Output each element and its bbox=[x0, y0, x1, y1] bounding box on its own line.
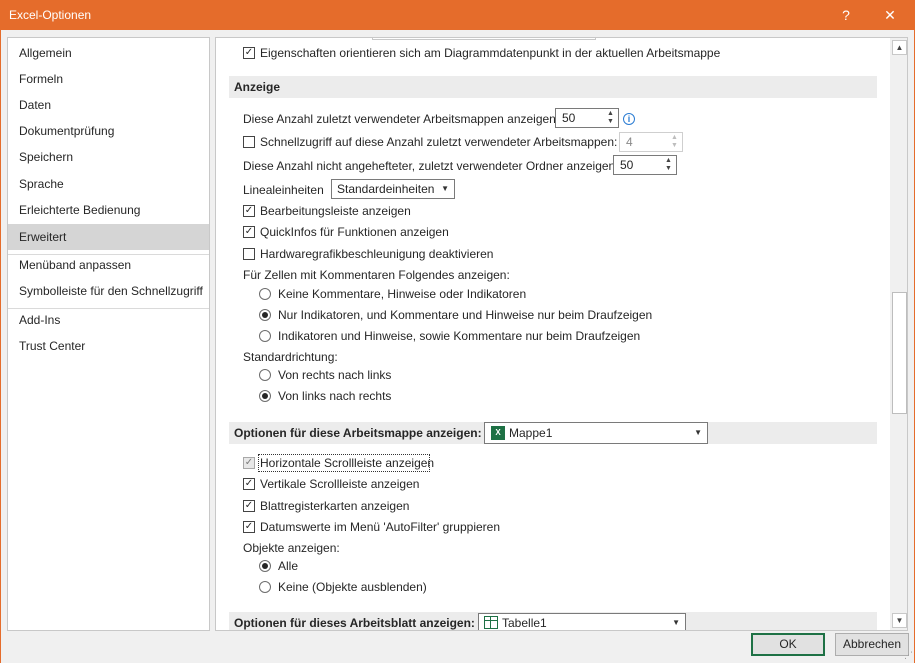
objects-label: Objekte anzeigen: bbox=[243, 541, 340, 555]
sheet-tabs-label: Blattregisterkarten anzeigen bbox=[260, 499, 410, 513]
recent-workbooks-label: Diese Anzahl zuletzt verwendeter Arbeits… bbox=[243, 112, 560, 126]
unpinned-folders-value: 50 bbox=[620, 158, 634, 172]
quickinfo-checkbox[interactable]: ✓ bbox=[243, 226, 255, 238]
direction-ltr-label: Von links nach rechts bbox=[278, 389, 392, 403]
sheet-tabs-checkbox[interactable]: ✓ bbox=[243, 500, 255, 512]
scroll-up-icon[interactable]: ▲ bbox=[892, 40, 907, 55]
hw-acceleration-label: Hardwaregrafikbeschleunigung deaktiviere… bbox=[260, 247, 494, 261]
chevron-down-icon: ▼ bbox=[694, 428, 702, 437]
objects-none-label: Keine (Objekte ausblenden) bbox=[278, 580, 427, 594]
unpinned-folders-spinner[interactable]: 50 ▲ ▼ bbox=[613, 155, 677, 175]
vertical-scrollbar[interactable]: ▲ ▼ bbox=[890, 38, 907, 630]
comments-option-none-radio[interactable] bbox=[259, 288, 271, 300]
formula-bar-label: Bearbeitungsleiste anzeigen bbox=[260, 204, 411, 218]
objects-none-radio[interactable] bbox=[259, 581, 271, 593]
vertical-scrollbar-label: Vertikale Scrollleiste anzeigen bbox=[260, 477, 420, 491]
autofilter-dates-label: Datumswerte im Menü 'AutoFilter' gruppie… bbox=[260, 520, 501, 534]
workbook-dropdown-value: Mappe1 bbox=[509, 426, 553, 440]
sidebar-item-speichern[interactable]: Speichern bbox=[8, 144, 209, 170]
cut-off-dropdown[interactable] bbox=[372, 38, 596, 40]
scroll-thumb[interactable] bbox=[892, 292, 907, 414]
sidebar-item-schnellzugriff[interactable]: Symbolleiste für den Schnellzugriff bbox=[8, 278, 209, 304]
direction-rtl-radio[interactable] bbox=[259, 369, 271, 381]
direction-rtl-label: Von rechts nach links bbox=[278, 368, 392, 382]
sidebar-item-dokumentpruefung[interactable]: Dokumentprüfung bbox=[8, 118, 209, 144]
sheet-dropdown[interactable]: Tabelle1 ▼ bbox=[478, 613, 686, 630]
sidebar-item-formeln[interactable]: Formeln bbox=[8, 66, 209, 92]
comments-option-indicators-hints-radio[interactable] bbox=[259, 330, 271, 342]
autofilter-dates-checkbox[interactable]: ✓ bbox=[243, 521, 255, 533]
section-anzeige: Anzeige bbox=[229, 76, 877, 98]
unpinned-folders-label: Diese Anzahl nicht angehefteter, zuletzt… bbox=[243, 159, 619, 173]
sidebar-item-erweitert[interactable]: Erweitert bbox=[8, 224, 209, 250]
window-title: Excel-Optionen bbox=[9, 8, 92, 22]
resize-grip-icon[interactable]: ⋰ bbox=[904, 650, 913, 661]
ruler-units-value: Standardeinheiten bbox=[337, 182, 435, 196]
comments-label: Für Zellen mit Kommentaren Folgendes anz… bbox=[243, 268, 510, 282]
cancel-button[interactable]: Abbrechen bbox=[835, 633, 909, 656]
direction-label: Standardrichtung: bbox=[243, 350, 338, 364]
sidebar-item-sprache[interactable]: Sprache bbox=[8, 171, 209, 197]
comments-option-none-label: Keine Kommentare, Hinweise oder Indikato… bbox=[278, 287, 527, 301]
sidebar-item-daten[interactable]: Daten bbox=[8, 92, 209, 118]
quick-access-label: Schnellzugriff auf diese Anzahl zuletzt … bbox=[260, 135, 618, 149]
sidebar-item-erleichterte-bedienung[interactable]: Erleichterte Bedienung bbox=[8, 197, 209, 223]
sidebar-item-allgemein[interactable]: Allgemein bbox=[8, 40, 209, 66]
ruler-units-dropdown[interactable]: Standardeinheiten ▼ bbox=[331, 179, 455, 199]
scroll-down-icon[interactable]: ▼ bbox=[892, 613, 907, 628]
recent-workbooks-spinner[interactable]: 50 ▲ ▼ bbox=[555, 108, 619, 128]
quickinfo-label: QuickInfos für Funktionen anzeigen bbox=[260, 225, 449, 239]
window-border-left bbox=[0, 30, 1, 663]
close-icon[interactable]: ✕ bbox=[870, 0, 910, 30]
spinner-arrows-icon[interactable]: ▲ ▼ bbox=[606, 110, 615, 126]
comments-option-indicators-label: Nur Indikatoren, und Kommentare und Hinw… bbox=[278, 308, 653, 322]
spinner-arrows-icon: ▲ ▼ bbox=[671, 134, 678, 149]
quick-access-spinner: 4 ▲ ▼ bbox=[619, 132, 683, 152]
comments-option-indicators-radio[interactable] bbox=[259, 309, 271, 321]
chevron-down-icon: ▼ bbox=[672, 618, 680, 627]
direction-ltr-radio[interactable] bbox=[259, 390, 271, 402]
ruler-units-label: Linealeinheiten bbox=[243, 183, 324, 197]
vertical-scrollbar-checkbox[interactable]: ✓ bbox=[243, 478, 255, 490]
sidebar: Allgemein Formeln Daten Dokumentprüfung … bbox=[7, 37, 210, 631]
sheet-icon bbox=[484, 616, 498, 629]
hw-acceleration-checkbox[interactable] bbox=[243, 248, 255, 260]
excel-workbook-icon: X bbox=[491, 426, 505, 440]
ok-button[interactable]: OK bbox=[751, 633, 825, 656]
quick-access-checkbox[interactable] bbox=[243, 136, 255, 148]
objects-all-label: Alle bbox=[278, 559, 299, 573]
horizontal-scrollbar-label: Horizontale Scrollleiste anzeigen bbox=[260, 456, 435, 470]
recent-workbooks-value: 50 bbox=[562, 111, 576, 125]
objects-all-radio[interactable] bbox=[259, 560, 271, 572]
chart-props-label: Eigenschaften orientieren sich am Diagra… bbox=[260, 46, 721, 60]
help-button[interactable]: ? bbox=[826, 0, 866, 30]
title-bar: Excel-Optionen ? ✕ bbox=[0, 0, 915, 30]
sheet-dropdown-value: Tabelle1 bbox=[502, 616, 547, 630]
spinner-arrows-icon[interactable]: ▲ ▼ bbox=[664, 157, 673, 173]
comments-option-indicators-hints-label: Indikatoren und Hinweise, sowie Kommenta… bbox=[278, 329, 641, 343]
chart-props-checkbox[interactable]: ✓ bbox=[243, 47, 255, 59]
sidebar-item-add-ins[interactable]: Add-Ins bbox=[8, 307, 209, 333]
sidebar-item-trust-center[interactable]: Trust Center bbox=[8, 333, 209, 359]
horizontal-scrollbar-checkbox[interactable]: ✓ bbox=[243, 457, 255, 469]
options-content: ✓ Eigenschaften orientieren sich am Diag… bbox=[215, 37, 908, 631]
formula-bar-checkbox[interactable]: ✓ bbox=[243, 205, 255, 217]
chevron-down-icon: ▼ bbox=[441, 184, 449, 193]
sidebar-item-menueband-anpassen[interactable]: Menüband anpassen bbox=[8, 252, 209, 278]
workbook-dropdown[interactable]: X Mappe1 ▼ bbox=[484, 422, 708, 444]
quick-access-value: 4 bbox=[626, 135, 633, 149]
info-icon[interactable]: i bbox=[623, 113, 635, 125]
